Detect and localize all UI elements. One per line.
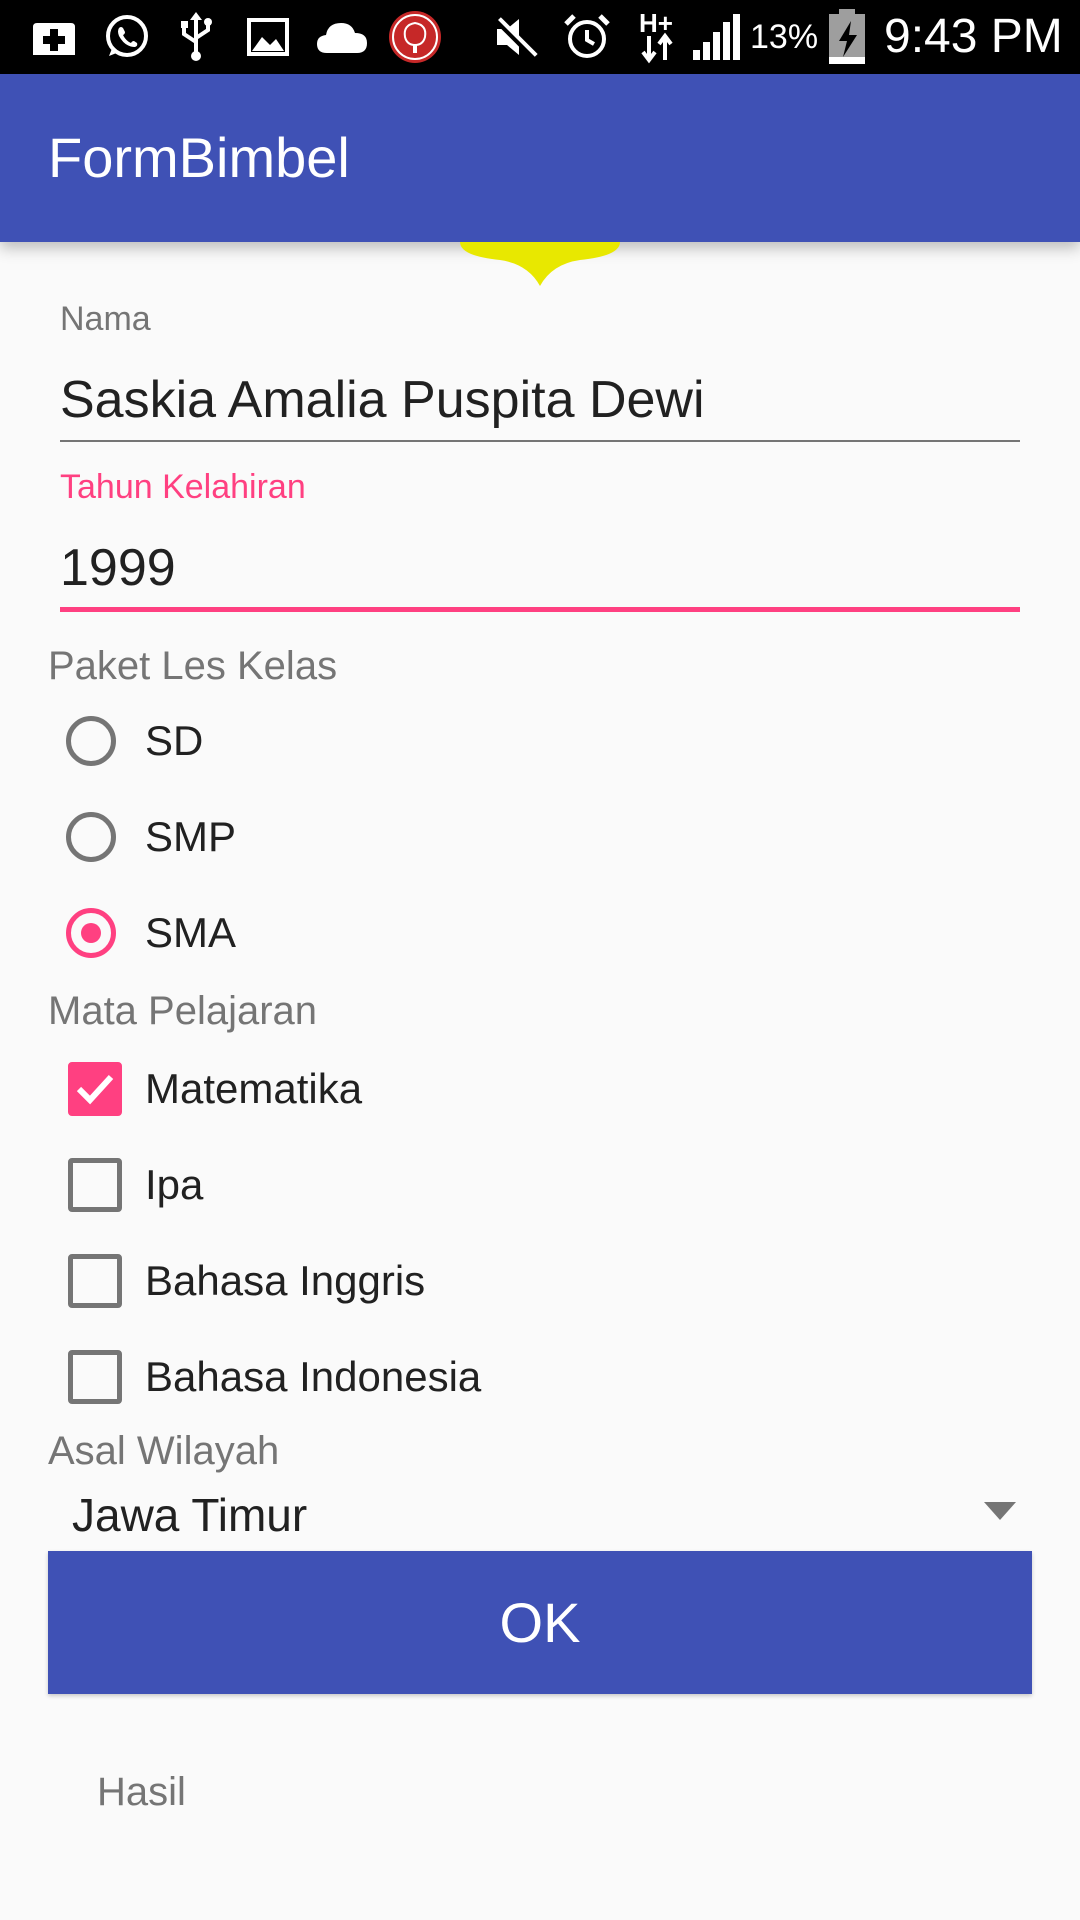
clock: 9:43 PM (884, 10, 1063, 63)
checkbox-matematika-box[interactable] (68, 1062, 122, 1116)
asal-wilayah-spinner[interactable]: Jawa Timur (48, 1480, 1032, 1550)
tahun-kelahiran-label: Tahun Kelahiran (60, 468, 306, 506)
checkbox-bahasa-inggris[interactable]: Bahasa Inggris (60, 1242, 760, 1322)
svg-text:H+: H+ (639, 10, 673, 38)
tahun-kelahiran-input[interactable]: 1999 (60, 538, 176, 598)
checkbox-bahasa-inggris-box[interactable] (68, 1254, 122, 1308)
checkbox-bahasa-indonesia[interactable]: Bahasa Indonesia (60, 1338, 760, 1418)
radio-sma-indicator[interactable] (66, 908, 116, 958)
radio-sma-label[interactable]: SMA (145, 898, 236, 968)
radio-sd-label[interactable]: SD (145, 706, 203, 776)
whatsapp-icon (100, 10, 152, 64)
asal-wilayah-selected[interactable]: Jawa Timur (72, 1480, 307, 1550)
asal-wilayah-label: Asal Wilayah (48, 1429, 280, 1473)
dropdown-arrow-icon[interactable] (984, 1502, 1016, 1520)
radio-smp[interactable]: SMP (60, 802, 760, 882)
mata-pelajaran-label: Mata Pelajaran (48, 989, 318, 1033)
app-title: FormBimbel (48, 126, 350, 189)
nama-label: Nama (60, 300, 151, 338)
h-plus-data-icon: H+ (638, 10, 678, 64)
usb-icon (174, 10, 218, 64)
battery-percentage: 13% (750, 18, 819, 56)
image-icon (244, 10, 292, 64)
signal-icon (690, 10, 742, 64)
checkbox-matematika[interactable]: Matematika (60, 1050, 760, 1130)
checkbox-matematika-label[interactable]: Matematika (145, 1054, 362, 1124)
radio-selected-dot (81, 923, 101, 943)
checkbox-ipa-box[interactable] (68, 1158, 122, 1212)
rp-badge-icon (386, 10, 444, 64)
hasil-text: Hasil (97, 1770, 186, 1814)
checkmark-icon (76, 1074, 114, 1105)
radio-sma[interactable]: SMA (60, 898, 760, 978)
paket-les-kelas-label: Paket Les Kelas (48, 644, 338, 688)
alarm-icon (562, 10, 612, 64)
ok-button[interactable]: OK (48, 1551, 1032, 1694)
checkbox-bahasa-indonesia-label[interactable]: Bahasa Indonesia (145, 1342, 481, 1412)
checkbox-bahasa-inggris-label[interactable]: Bahasa Inggris (145, 1246, 425, 1316)
overscroll-glow (460, 242, 620, 286)
radio-smp-label[interactable]: SMP (145, 802, 236, 872)
radio-sd[interactable]: SD (60, 706, 760, 786)
tahun-kelahiran-underline (60, 607, 1020, 612)
plus-icon (28, 10, 80, 64)
radio-sd-indicator[interactable] (66, 716, 116, 766)
radio-smp-indicator[interactable] (66, 812, 116, 862)
battery-charging-icon (826, 9, 868, 64)
nama-input[interactable]: Saskia Amalia Puspita Dewi (60, 370, 705, 430)
nama-underline (60, 440, 1020, 442)
checkbox-ipa[interactable]: Ipa (60, 1146, 760, 1226)
checkbox-ipa-label[interactable]: Ipa (145, 1150, 203, 1220)
mute-icon (490, 10, 540, 64)
checkbox-bahasa-indonesia-box[interactable] (68, 1350, 122, 1404)
cloud-icon (314, 10, 370, 64)
status-bar: H+ 13% 9:43 PM (0, 0, 1080, 74)
app-bar: FormBimbel (0, 74, 1080, 242)
